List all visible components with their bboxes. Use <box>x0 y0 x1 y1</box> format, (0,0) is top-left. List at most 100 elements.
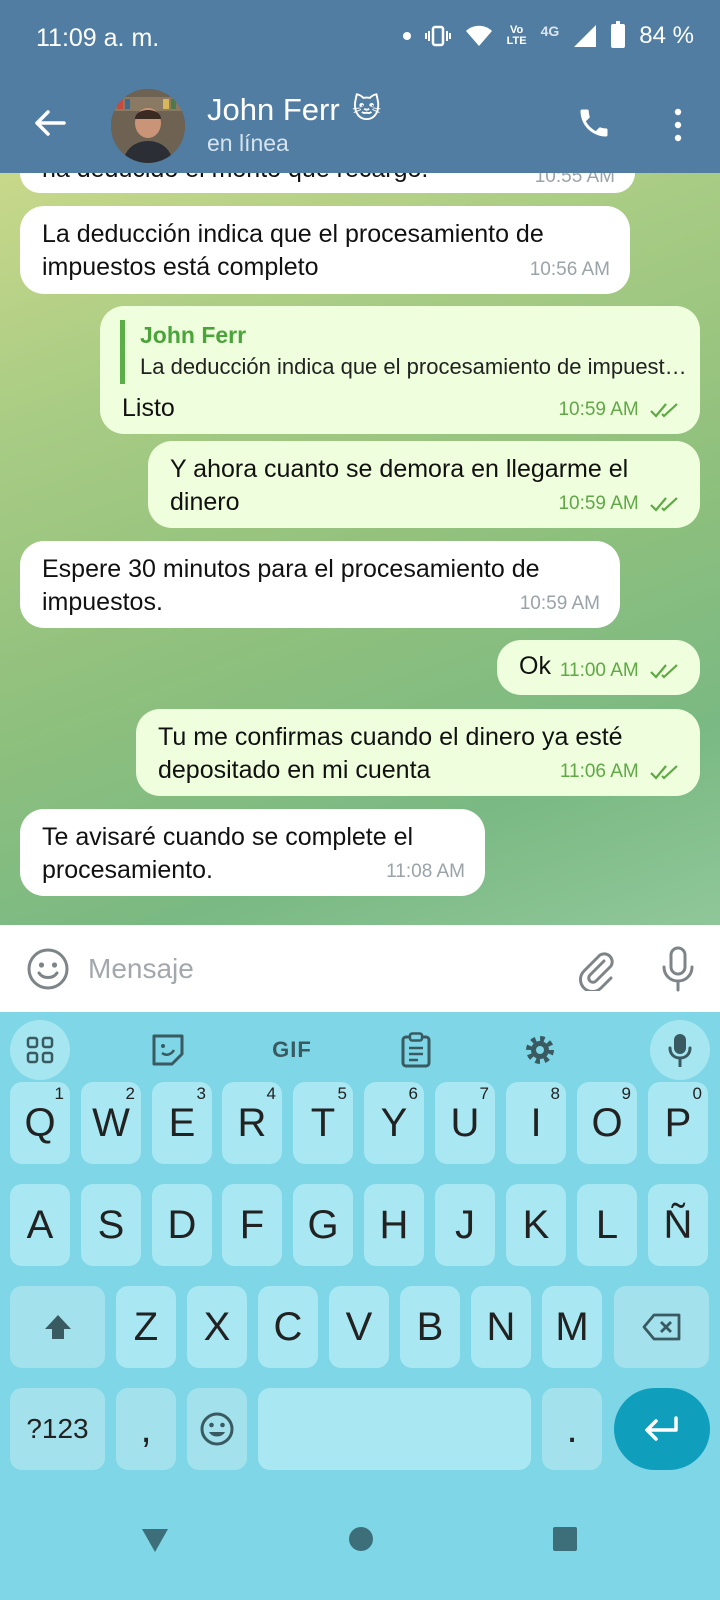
key-t[interactable]: T5 <box>293 1082 353 1164</box>
comma-key[interactable]: , <box>116 1388 176 1470</box>
message-outgoing-reply[interactable]: John Ferr La deducción indica que el pro… <box>100 306 700 434</box>
key-e[interactable]: E3 <box>152 1082 212 1164</box>
key-j[interactable]: J <box>435 1184 495 1266</box>
key-r[interactable]: R4 <box>222 1082 282 1164</box>
double-check-icon <box>650 403 678 418</box>
system-navigation-bar <box>0 1482 720 1600</box>
nav-recents-icon[interactable] <box>550 1524 580 1554</box>
signal-icon <box>574 25 597 47</box>
symbols-key[interactable]: ?123 <box>10 1388 105 1470</box>
message-incoming[interactable]: La deducción indica que el procesamiento… <box>20 206 630 294</box>
vibrate-icon <box>424 25 451 47</box>
key-x[interactable]: X <box>187 1286 247 1368</box>
key-w[interactable]: W2 <box>81 1082 141 1164</box>
key-a[interactable]: A <box>10 1184 70 1266</box>
key-q[interactable]: Q1 <box>10 1082 70 1164</box>
quoted-text: La deducción indica que el procesamiento… <box>140 354 688 379</box>
more-options-icon[interactable] <box>668 108 688 142</box>
message-time: 10:59 AM <box>519 593 600 614</box>
backspace-icon <box>642 1313 680 1341</box>
notification-dot-icon <box>402 32 411 40</box>
sticker-icon[interactable] <box>140 1022 196 1078</box>
message-text: La deducción indica que el procesamiento… <box>42 220 544 281</box>
gif-button[interactable]: GIF <box>264 1022 320 1078</box>
key-g[interactable]: G <box>293 1184 353 1266</box>
message-input[interactable] <box>88 947 538 991</box>
app-bar: 11:09 a. m. Vo LTE 4G 84 % John Ferr 🐱 e… <box>0 0 720 173</box>
chat-messages-area[interactable]: ha deducido el monto que recargo. 10:55 … <box>0 173 720 925</box>
key-s[interactable]: S <box>81 1184 141 1266</box>
period-key[interactable]: . <box>542 1388 602 1470</box>
enter-arrow-icon <box>645 1416 678 1441</box>
network-type: 4G <box>540 23 560 39</box>
volte-indicator: Vo LTE <box>506 24 527 47</box>
key-p[interactable]: P0 <box>648 1082 708 1164</box>
quoted-author: John Ferr <box>140 322 247 348</box>
key-u[interactable]: U7 <box>435 1082 495 1164</box>
nav-home-icon[interactable] <box>346 1524 376 1554</box>
backspace-key[interactable] <box>614 1286 709 1368</box>
wifi-icon <box>465 25 492 46</box>
key-y[interactable]: Y6 <box>364 1082 424 1164</box>
keyboard-toolbar: GIF <box>0 1012 720 1088</box>
key-v[interactable]: V <box>329 1286 389 1368</box>
phone-call-icon[interactable] <box>576 105 612 141</box>
contact-avatar[interactable] <box>111 89 185 163</box>
double-check-icon <box>650 497 678 512</box>
settings-gear-icon[interactable] <box>512 1022 568 1078</box>
message-time: 10:59 AM <box>558 487 680 520</box>
nav-back-icon[interactable] <box>140 1524 170 1554</box>
key-i[interactable]: I8 <box>506 1082 566 1164</box>
shift-icon <box>44 1315 71 1339</box>
contact-name[interactable]: John Ferr <box>207 92 340 128</box>
message-time: 10:59 AM <box>558 393 680 426</box>
emoji-key[interactable] <box>187 1388 247 1470</box>
clipboard-icon[interactable] <box>388 1022 444 1078</box>
key-z[interactable]: Z <box>116 1286 176 1368</box>
key-l[interactable]: L <box>577 1184 637 1266</box>
emoji-icon[interactable] <box>26 947 70 991</box>
message-time: 11:00 AM <box>560 654 680 687</box>
key-k[interactable]: K <box>506 1184 566 1266</box>
message-outgoing[interactable]: Y ahora cuanto se demora en llegarme el … <box>148 441 700 528</box>
enter-key[interactable] <box>614 1388 710 1470</box>
battery-icon <box>611 21 626 48</box>
message-time: 10:55 AM <box>534 173 615 187</box>
status-time: 11:09 a. m. <box>36 24 160 52</box>
double-check-icon <box>650 664 678 679</box>
quoted-reply[interactable]: John Ferr La deducción indica que el pro… <box>120 320 688 384</box>
voice-message-icon[interactable] <box>658 945 698 993</box>
message-text: ha deducido el monto que recargo. <box>42 173 615 186</box>
key-f[interactable]: F <box>222 1184 282 1266</box>
message-incoming[interactable]: ha deducido el monto que recargo. 10:55 … <box>20 173 635 193</box>
key-h[interactable]: H <box>364 1184 424 1266</box>
message-time: 10:56 AM <box>529 259 610 280</box>
battery-level: 84 % <box>639 22 694 49</box>
key-n[interactable]: N <box>471 1286 531 1368</box>
key-b[interactable]: B <box>400 1286 460 1368</box>
key-d[interactable]: D <box>152 1184 212 1266</box>
back-arrow-icon[interactable] <box>30 103 70 143</box>
status-icons: Vo LTE 4G 84 % <box>402 21 694 50</box>
space-bar[interactable] <box>258 1388 531 1470</box>
message-text: Espere 30 minutos para el procesamiento … <box>42 555 540 616</box>
message-composer <box>0 925 720 1012</box>
smiley-icon <box>200 1412 234 1446</box>
message-outgoing[interactable]: Tu me confirmas cuando el dinero ya esté… <box>136 709 700 796</box>
double-check-icon <box>650 765 678 780</box>
key-c[interactable]: C <box>258 1286 318 1368</box>
contact-status: en línea <box>207 130 289 156</box>
key-o[interactable]: O9 <box>577 1082 637 1164</box>
message-time: 11:06 AM <box>560 755 680 788</box>
key-m[interactable]: M <box>542 1286 602 1368</box>
message-incoming[interactable]: Espere 30 minutos para el procesamiento … <box>20 541 620 628</box>
shift-key[interactable] <box>10 1286 105 1368</box>
attach-icon[interactable] <box>574 947 618 991</box>
cat-laptop-emoji: 🐱 <box>352 93 382 124</box>
message-incoming[interactable]: Te avisaré cuando se complete el procesa… <box>20 809 485 896</box>
key-enye[interactable]: Ñ <box>648 1184 708 1266</box>
message-time: 11:08 AM <box>386 861 465 882</box>
message-outgoing[interactable]: Ok 11:00 AM <box>497 640 700 695</box>
voice-input-mic-icon[interactable] <box>650 1020 710 1080</box>
apps-icon[interactable] <box>10 1020 70 1080</box>
